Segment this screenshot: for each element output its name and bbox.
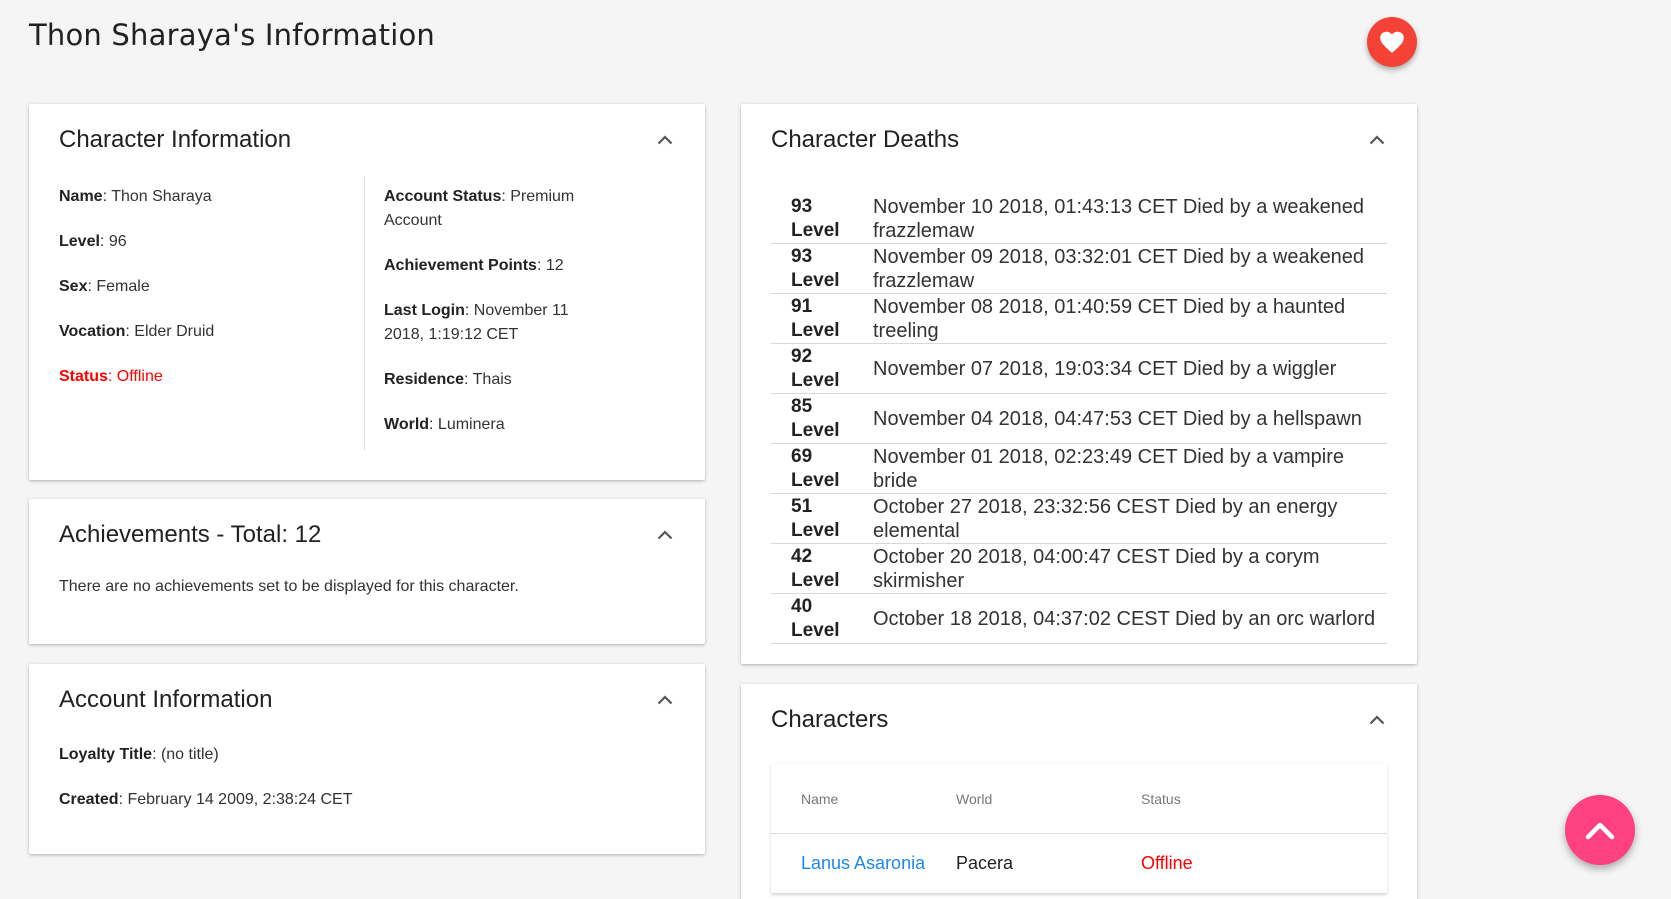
card-header[interactable]: Character Deaths	[741, 104, 1417, 176]
death-description: November 08 2018, 01:40:59 CET Died by a…	[873, 295, 1346, 342]
column-header-name: Name	[801, 790, 839, 807]
card-title: Characters	[771, 706, 889, 733]
chevron-up-icon[interactable]	[655, 525, 675, 545]
death-description: October 27 2018, 23:32:56 CEST Died by a…	[873, 495, 1338, 542]
death-level: 69 Level	[791, 446, 840, 491]
character-deaths-card: Character Deaths 93 Level November 10 201…	[741, 104, 1417, 664]
deaths-list: 93 Level November 10 2018, 01:43:13 CET D…	[771, 194, 1387, 644]
card-header[interactable]: Characters	[741, 684, 1417, 756]
death-row: 85 Level November 04 2018, 04:47:53 CET D…	[771, 394, 1387, 444]
death-level: 51 Level	[791, 496, 840, 541]
account-created: Created: February 14 2009, 2:38:24 CET	[59, 791, 353, 808]
death-level: 42 Level	[791, 546, 840, 591]
death-description: October 18 2018, 04:37:02 CEST Died by a…	[873, 607, 1376, 630]
death-level: 93 Level	[791, 196, 840, 241]
info-last-login: Last Login: November 11 2018, 1:19:12 CE…	[384, 302, 569, 343]
death-level: 92 Level	[791, 346, 840, 391]
table-row: Lanus Asaronia Pacera Offline	[771, 834, 1387, 894]
death-description: November 07 2018, 19:03:34 CET Died by a…	[873, 357, 1337, 380]
characters-card: Characters Name World Status Lanus Asaro…	[741, 684, 1417, 899]
character-world: Pacera	[956, 853, 1014, 873]
death-row: 42 Level October 20 2018, 04:00:47 CEST D…	[771, 544, 1387, 594]
death-description: November 10 2018, 01:43:13 CET Died by a…	[873, 195, 1365, 242]
info-account-status: Account Status: Premium Account	[384, 188, 575, 229]
death-description: November 01 2018, 02:23:49 CET Died by a…	[873, 445, 1345, 492]
death-description: October 20 2018, 04:00:47 CEST Died by a…	[873, 545, 1320, 592]
info-achievement-points: Achievement Points: 12	[384, 257, 564, 274]
achievements-empty-text: There are no achievements set to be disp…	[59, 578, 519, 595]
info-vocation: Vocation: Elder Druid	[59, 323, 215, 340]
info-left-column: Name: Thon Sharaya Level: 96 Sex: Female…	[59, 176, 365, 450]
death-row: 93 Level November 09 2018, 03:32:01 CET D…	[771, 244, 1387, 294]
chevron-up-icon[interactable]	[1367, 130, 1387, 150]
achievements-card: Achievements - Total: 12 There are no ac…	[29, 499, 705, 644]
table-header: Name World Status	[771, 764, 1387, 834]
death-level: 93 Level	[791, 246, 840, 291]
death-row: 40 Level October 18 2018, 04:37:02 CEST D…	[771, 594, 1387, 644]
character-information-card: Character Information Name: Thon Sharaya…	[29, 104, 705, 480]
info-name: Name: Thon Sharaya	[59, 188, 212, 205]
info-status: Status: Offline	[59, 368, 163, 385]
account-loyalty-title: Loyalty Title: (no title)	[59, 746, 219, 763]
card-header[interactable]: Character Information	[29, 104, 705, 176]
character-name-link[interactable]: Lanus Asaronia	[771, 853, 956, 874]
chevron-up-icon[interactable]	[655, 690, 675, 710]
death-row: 91 Level November 08 2018, 01:40:59 CET D…	[771, 294, 1387, 344]
death-row: 51 Level October 27 2018, 23:32:56 CEST D…	[771, 494, 1387, 544]
column-header-world: World	[956, 790, 993, 807]
death-row: 93 Level November 10 2018, 01:43:13 CET D…	[771, 194, 1387, 244]
page-title: Thon Sharaya's Information	[29, 18, 435, 52]
column-header-status: Status	[1141, 790, 1181, 807]
chevron-up-icon[interactable]	[655, 130, 675, 150]
characters-table: Name World Status Lanus Asaronia Pacera …	[771, 764, 1387, 894]
card-header[interactable]: Account Information	[29, 664, 705, 736]
info-right-column: Account Status: Premium Account Achievem…	[365, 176, 595, 458]
card-title: Achievements - Total: 12	[59, 521, 322, 548]
card-title: Character Information	[59, 126, 292, 153]
chevron-up-icon[interactable]	[1367, 710, 1387, 730]
info-level: Level: 96	[59, 233, 127, 250]
character-status: Offline	[1141, 853, 1193, 873]
card-title: Character Deaths	[771, 126, 960, 153]
heart-icon	[1380, 31, 1404, 53]
info-world: World: Luminera	[384, 416, 505, 433]
death-row: 69 Level November 01 2018, 02:23:49 CET D…	[771, 444, 1387, 494]
card-title: Account Information	[59, 686, 273, 713]
account-information-card: Account Information Loyalty Title: (no t…	[29, 664, 705, 854]
scroll-to-top-button[interactable]	[1565, 795, 1635, 865]
death-description: November 09 2018, 03:32:01 CET Died by a…	[873, 245, 1365, 292]
death-level: 91 Level	[791, 296, 840, 341]
chevron-up-icon	[1585, 822, 1615, 840]
info-sex: Sex: Female	[59, 278, 150, 295]
death-row: 92 Level November 07 2018, 19:03:34 CET D…	[771, 344, 1387, 394]
info-residence: Residence: Thais	[384, 371, 512, 388]
death-level: 85 Level	[791, 396, 840, 441]
death-description: November 04 2018, 04:47:53 CET Died by a…	[873, 407, 1362, 430]
death-level: 40 Level	[791, 596, 840, 641]
favorite-button[interactable]	[1367, 17, 1417, 67]
card-header[interactable]: Achievements - Total: 12	[29, 499, 705, 571]
